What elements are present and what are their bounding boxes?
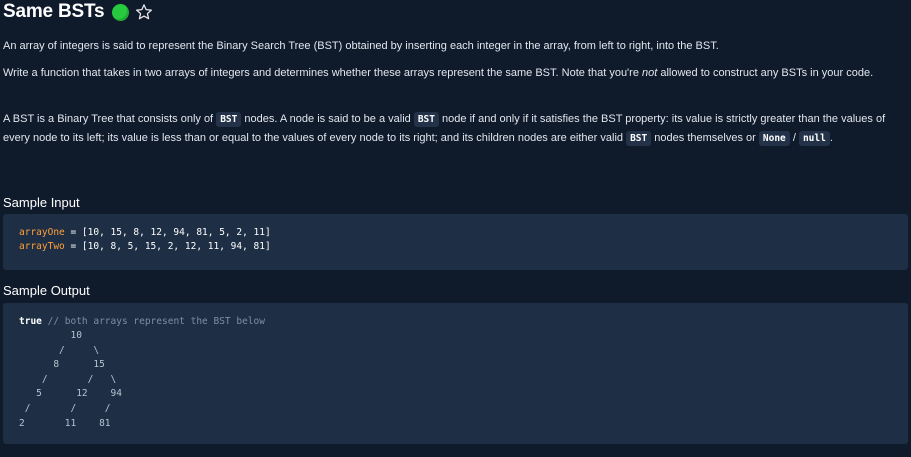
inline-code-none: None xyxy=(758,131,790,146)
sample-input-code-block[interactable]: arrayOne = [10, 15, 8, 12, 94, 81, 5, 2,… xyxy=(3,214,908,270)
problem-page: Same BSTs An array of integers is said t… xyxy=(0,0,911,457)
description-paragraph-3: A BST is a Binary Tree that consists onl… xyxy=(3,110,908,148)
inline-code-bst: BST xyxy=(626,131,652,146)
description-paragraph-2: Write a function that takes in two array… xyxy=(3,64,906,83)
star-icon[interactable] xyxy=(135,3,153,21)
text-segment: A BST is a Binary Tree that consists onl… xyxy=(3,113,217,125)
emphasis-not: not xyxy=(642,67,658,79)
page-title: Same BSTs xyxy=(3,1,105,22)
variable-name: arrayOne xyxy=(19,227,65,238)
text-segment: . xyxy=(829,132,833,144)
status-dot-icon xyxy=(112,3,130,21)
title-row: Same BSTs xyxy=(3,0,908,24)
sample-output-heading: Sample Output xyxy=(3,283,90,298)
sample-output-code-block[interactable]: true // both arrays represent the BST be… xyxy=(3,303,908,444)
text-segment: allowed to construct any BSTs in your co… xyxy=(657,67,874,79)
text-segment: Write a function that takes in two array… xyxy=(3,67,642,79)
code-line: arrayOne = [10, 15, 8, 12, 94, 81, 5, 2,… xyxy=(19,226,908,240)
text-segment: nodes themselves or xyxy=(651,132,759,144)
sample-input-heading: Sample Input xyxy=(3,195,80,210)
text-segment: nodes. A node is said to be a valid xyxy=(241,113,414,125)
code-line: arrayTwo = [10, 8, 5, 15, 2, 12, 11, 94,… xyxy=(19,240,908,254)
description-paragraph-1: An array of integers is said to represen… xyxy=(3,40,719,52)
output-result: true xyxy=(19,316,42,327)
inline-code-null: null xyxy=(798,131,830,146)
code-line: true // both arrays represent the BST be… xyxy=(19,315,908,329)
inline-code-bst: BST xyxy=(216,112,242,127)
text-segment: / xyxy=(789,132,799,144)
array-value: = [10, 8, 5, 15, 2, 12, 11, 94, 81] xyxy=(64,241,271,252)
variable-name: arrayTwo xyxy=(19,241,65,252)
bst-diagram: 10 / \ 8 15 / / \ 5 12 94 / / / 2 11 81 xyxy=(19,330,122,429)
array-value: = [10, 15, 8, 12, 94, 81, 5, 2, 11] xyxy=(64,227,271,238)
code-comment: // both arrays represent the BST below xyxy=(41,316,265,327)
inline-code-bst: BST xyxy=(413,112,439,127)
